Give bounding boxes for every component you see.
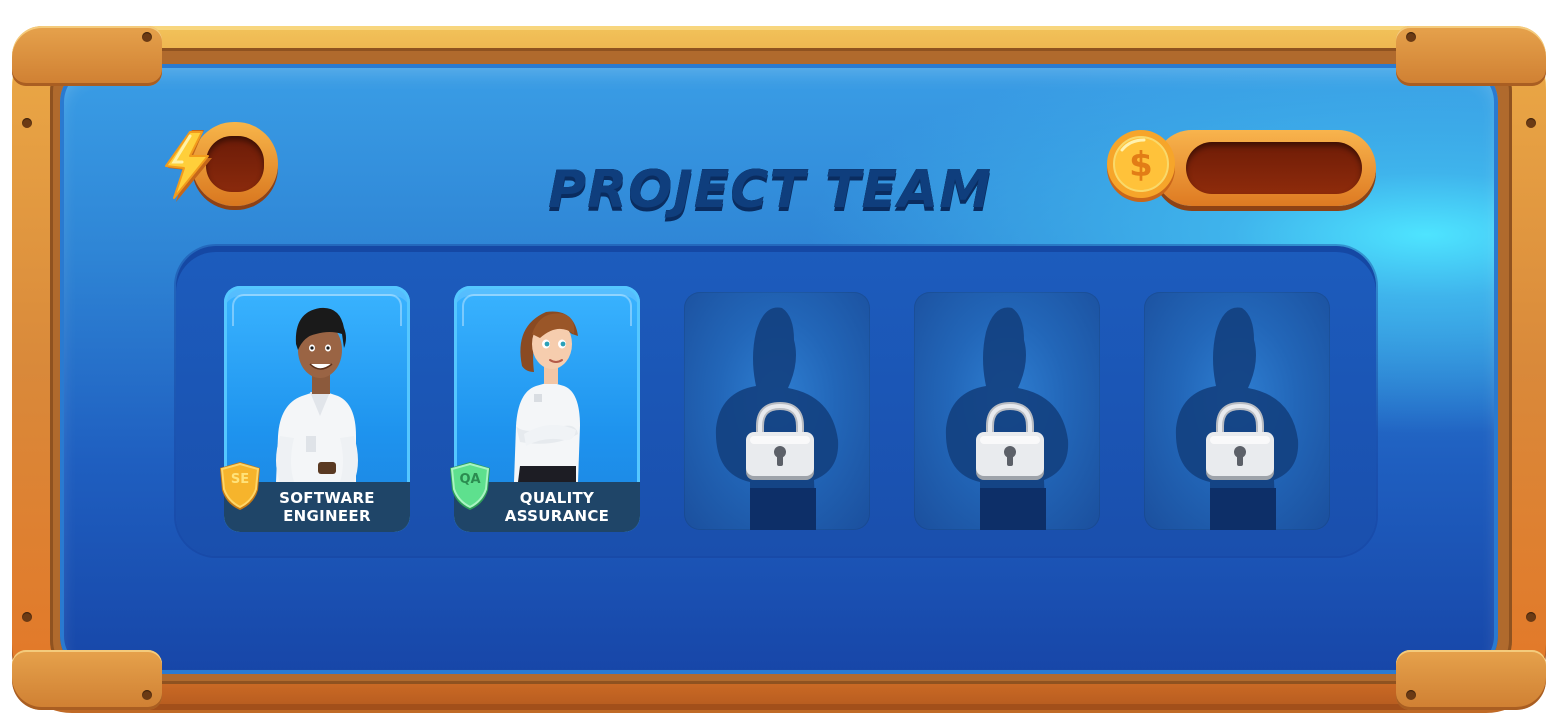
bolt — [1406, 32, 1416, 42]
padlock-icon — [746, 402, 814, 480]
screen-title: PROJECT TEAM — [548, 160, 992, 220]
software-engineer-avatar — [276, 307, 358, 482]
bolt — [1526, 118, 1536, 128]
bolt — [142, 690, 152, 700]
bolt — [22, 612, 32, 622]
game-screen: $ PROJECT TEAM SOFTWARE ENGINEER SE QUAL… — [0, 0, 1558, 725]
corner-cap-top-left — [12, 26, 162, 86]
role-label-line1: QUALITY — [519, 489, 595, 507]
dollar-coin-icon: $ — [1107, 130, 1175, 202]
coins-pill — [1154, 130, 1376, 206]
padlock-icon — [976, 402, 1044, 480]
team-card-locked[interactable] — [684, 292, 870, 530]
role-label: SOFTWARE ENGINEER — [244, 489, 410, 525]
role-label-line2: ASSURANCE — [504, 507, 610, 525]
badge-text: SE — [230, 472, 250, 487]
role-label: QUALITY ASSURANCE — [474, 489, 640, 525]
team-card-locked[interactable] — [914, 292, 1100, 530]
se-badge: SE — [216, 460, 264, 512]
bolt — [142, 32, 152, 42]
bolt — [1526, 612, 1536, 622]
quality-assurance-avatar — [514, 311, 580, 482]
coin-counter[interactable]: $ — [1104, 128, 1378, 214]
lightning-bolt-icon — [165, 130, 212, 202]
bolt — [22, 118, 32, 128]
team-card-locked[interactable] — [1144, 292, 1330, 530]
qa-badge: QA — [446, 460, 494, 512]
coins-well — [1186, 142, 1362, 194]
team-card-quality-assurance[interactable]: QUALITY ASSURANCE QA — [450, 286, 640, 532]
team-card-software-engineer[interactable]: SOFTWARE ENGINEER SE — [220, 286, 410, 532]
corner-cap-top-right — [1396, 26, 1546, 86]
energy-counter[interactable] — [162, 120, 282, 210]
corner-cap-bottom-left — [12, 650, 162, 710]
role-label-line1: SOFTWARE — [279, 489, 375, 507]
bolt — [1406, 690, 1416, 700]
corner-cap-bottom-right — [1396, 650, 1546, 710]
svg-text:$: $ — [1129, 145, 1153, 185]
padlock-icon — [1206, 402, 1274, 480]
badge-text: QA — [459, 472, 481, 487]
role-label-line2: ENGINEER — [283, 507, 371, 525]
